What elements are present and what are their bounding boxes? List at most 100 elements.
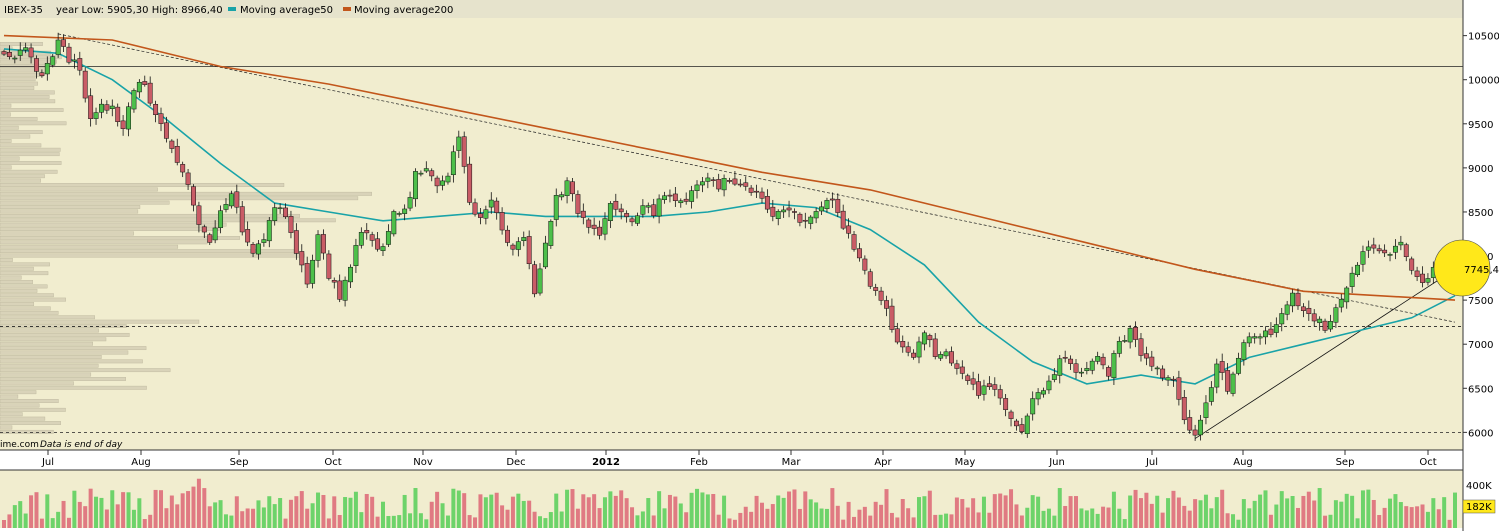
candle-body: [1138, 338, 1144, 356]
candle-body: [689, 190, 695, 202]
candle-body: [472, 202, 478, 215]
candle-body: [1095, 356, 1101, 362]
profile-bar: [0, 350, 129, 355]
volume-bar: [749, 511, 754, 528]
candle-body: [331, 280, 337, 283]
profile-bar: [0, 385, 147, 390]
candle-body: [1252, 336, 1258, 339]
volume-bar: [66, 517, 71, 528]
volume-bar: [1328, 514, 1333, 528]
profile-bar: [0, 125, 19, 130]
candle-body: [1133, 327, 1139, 340]
volume-bar: [1393, 494, 1398, 528]
candle-body: [959, 366, 965, 374]
candle-body: [1365, 246, 1371, 251]
candle-body: [153, 104, 159, 115]
profile-bar: [0, 399, 59, 403]
volume-bar: [77, 501, 82, 528]
profile-bar: [0, 134, 31, 139]
candle-body: [310, 259, 316, 284]
candle-body: [732, 178, 738, 185]
volume-bar: [489, 494, 494, 528]
candle-body: [364, 230, 370, 234]
volume-bar: [808, 499, 813, 528]
volume-bar: [1388, 498, 1393, 528]
candle-body: [770, 206, 776, 217]
profile-bar: [0, 209, 139, 214]
candle-body: [635, 215, 640, 224]
candle-body: [694, 184, 700, 191]
volume-bar: [451, 488, 456, 528]
volume-bar: [1420, 504, 1425, 528]
volume-bar: [1041, 510, 1046, 528]
volume-bar: [1350, 495, 1355, 528]
candle-body: [494, 200, 500, 213]
volume-bar: [565, 489, 570, 528]
candle-body: [645, 205, 651, 208]
volume-bar: [1063, 505, 1068, 528]
volume-bar: [1317, 488, 1322, 528]
volume-bar: [678, 503, 683, 528]
y-tick-label: 7500: [1468, 296, 1493, 307]
volume-bar: [1090, 508, 1095, 528]
candle-body: [737, 183, 743, 186]
y-tick-label: 10500: [1468, 32, 1499, 43]
volume-bar: [981, 496, 986, 528]
candle-body: [228, 193, 234, 207]
candle-body: [797, 213, 803, 223]
candle-body: [570, 181, 575, 195]
volume-bar: [776, 495, 781, 528]
volume-bar: [1144, 492, 1149, 528]
profile-bar: [0, 310, 59, 315]
volume-bar: [418, 513, 423, 528]
volume-bar: [543, 518, 548, 528]
candle-body: [1284, 304, 1290, 315]
candle-body: [1273, 324, 1279, 333]
volume-bar: [115, 504, 120, 528]
volume-bar: [50, 518, 55, 528]
x-tick-label: Mar: [782, 457, 802, 468]
volume-bar: [1355, 518, 1360, 528]
candle-body: [900, 341, 906, 348]
volume-bar: [256, 500, 261, 528]
volume-bar: [169, 495, 174, 528]
volume-bar: [1182, 505, 1187, 528]
volume-bar: [348, 497, 353, 528]
volume-bar: [846, 501, 851, 528]
legend-ma50: Moving average50: [240, 5, 333, 16]
candle-body: [683, 198, 689, 202]
candle-body: [575, 194, 581, 214]
candle-body: [949, 351, 954, 364]
candle-body: [781, 209, 787, 213]
candle-body: [1300, 306, 1306, 311]
volume-bar: [196, 478, 201, 528]
candle-body: [174, 146, 180, 163]
volume-bar: [900, 499, 905, 528]
candle-body: [1154, 367, 1160, 370]
volume-bar: [906, 508, 911, 528]
candle-body: [1317, 318, 1323, 324]
candle-body: [927, 335, 933, 341]
candle-body: [385, 231, 391, 245]
volume-bar: [1106, 507, 1111, 528]
candle-body: [120, 120, 126, 129]
volume-bar: [1095, 513, 1100, 528]
volume-bar: [332, 496, 337, 528]
x-tick-label: Jun: [1048, 457, 1065, 468]
volume-bar: [797, 508, 802, 528]
volume-bar: [732, 519, 737, 528]
volume-bar: [321, 494, 326, 528]
profile-bar: [0, 363, 99, 368]
volume-bar: [72, 490, 77, 528]
volume-bar: [559, 511, 564, 528]
candle-body: [1203, 402, 1209, 418]
volume-bar: [12, 505, 17, 528]
profile-bar: [0, 421, 61, 425]
candle-body: [12, 57, 18, 60]
candle-body: [1387, 254, 1393, 256]
volume-bar: [473, 517, 478, 528]
candle-body: [553, 195, 559, 220]
profile-bar: [0, 425, 13, 430]
volume-bar: [413, 488, 418, 528]
volume-bar: [1117, 508, 1122, 528]
